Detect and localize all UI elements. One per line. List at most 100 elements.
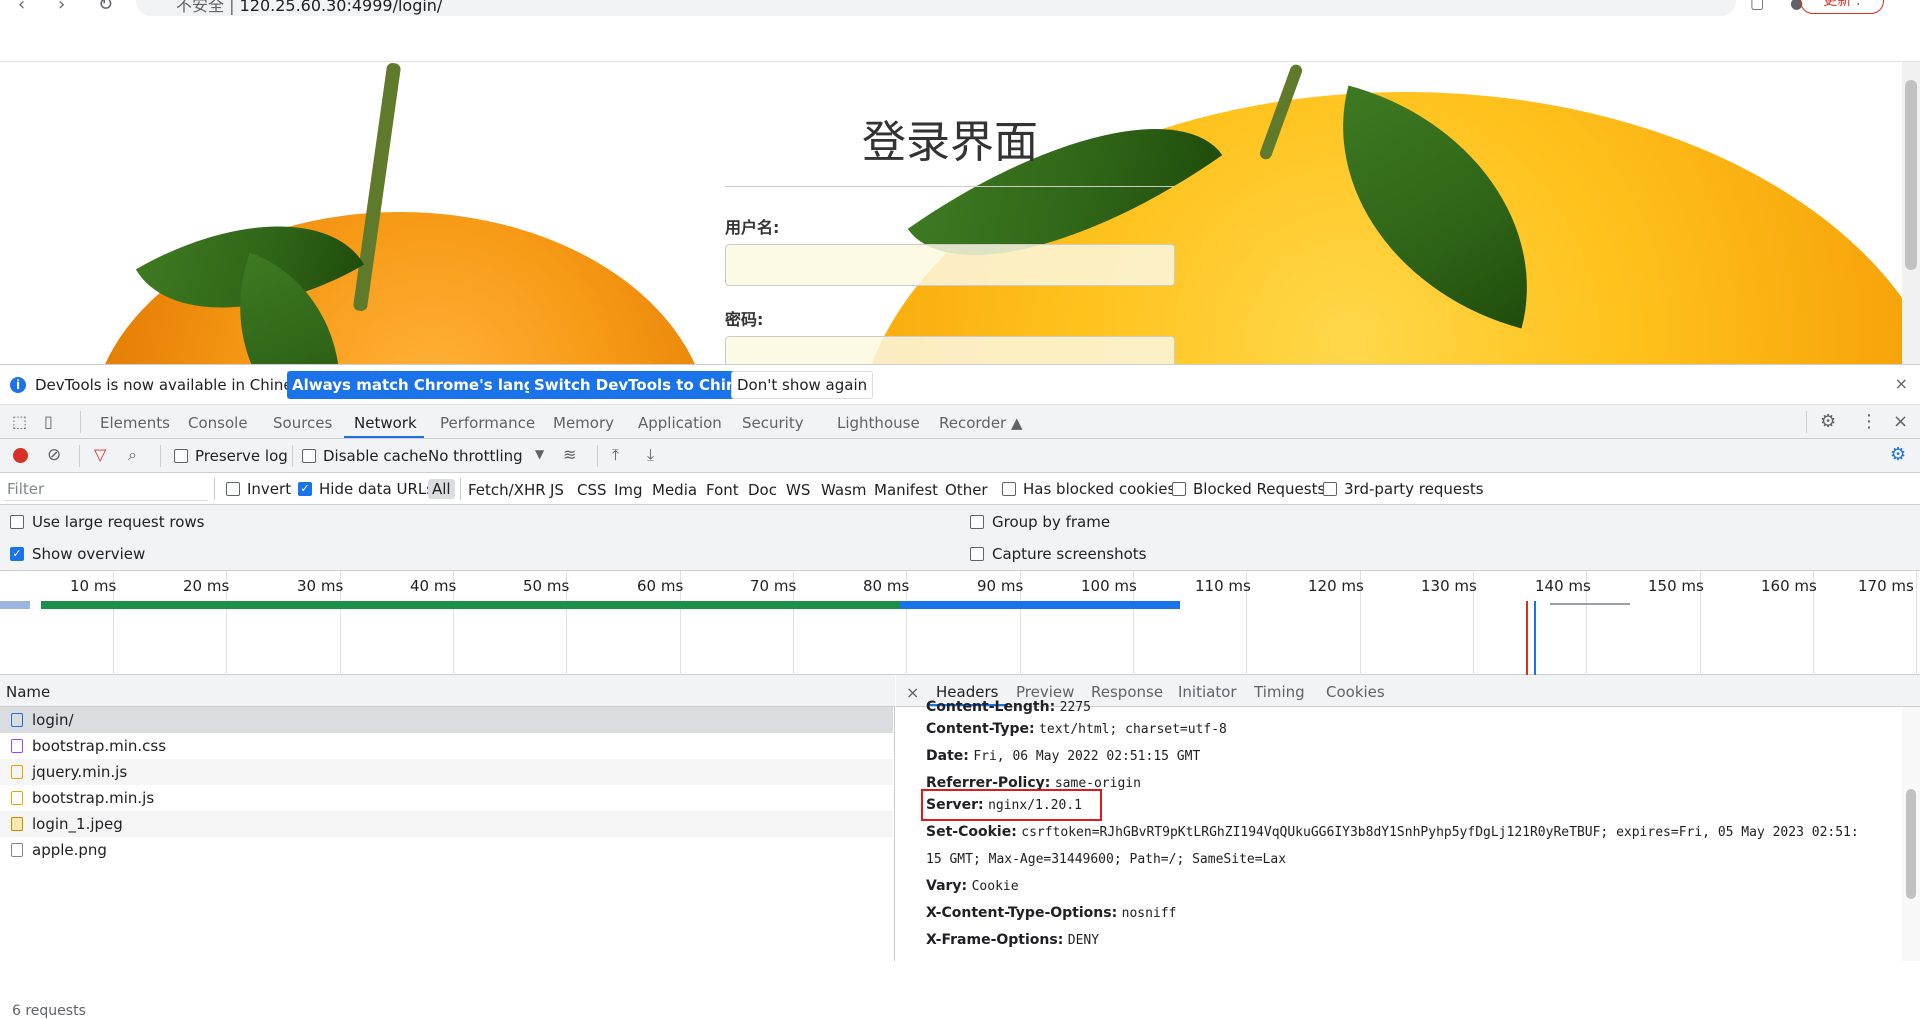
group-by-frame-checkbox[interactable] — [970, 515, 984, 529]
hide-data-urls-checkbox[interactable]: ✓ — [298, 482, 312, 496]
tab-cookies[interactable]: Cookies — [1326, 683, 1385, 701]
type-filter-wasm[interactable]: Wasm — [821, 481, 867, 499]
export-har-icon[interactable]: ⤓ — [647, 445, 654, 465]
preserve-log-checkbox[interactable] — [174, 449, 188, 463]
forward-icon[interactable]: › — [58, 0, 65, 15]
page-scrollbar[interactable] — [1902, 62, 1920, 364]
login-form: 登录界面 用户名: 密码: — [725, 62, 1175, 364]
network-overview[interactable]: 10 ms 20 ms 30 ms 40 ms 50 ms 60 ms 70 m… — [0, 571, 1920, 675]
username-input[interactable] — [725, 244, 1175, 286]
back-icon[interactable]: ‹ — [18, 0, 25, 15]
tab-network[interactable]: Network — [354, 414, 417, 432]
request-row-login-jpeg[interactable]: login_1.jpeg — [0, 811, 893, 837]
network-toolbar: ⊘ ▽ ⌕ Preserve log Disable cache No thro… — [0, 439, 1920, 473]
tab-application[interactable]: Application — [638, 414, 722, 432]
type-filter-font[interactable]: Font — [706, 481, 739, 499]
header-row: Vary: Cookie — [926, 878, 1019, 894]
overview-tick-label: 70 ms — [750, 577, 797, 595]
active-tab-indicator — [344, 436, 424, 438]
network-settings-icon[interactable]: ⚙ — [1890, 444, 1906, 465]
request-name: login/ — [32, 711, 74, 729]
divider — [1806, 411, 1807, 433]
tab-sources[interactable]: Sources — [273, 414, 332, 432]
request-row-bootstrap-css[interactable]: bootstrap.min.css — [0, 733, 893, 759]
type-filter-manifest[interactable]: Manifest — [874, 481, 938, 499]
tab-response[interactable]: Response — [1091, 683, 1163, 701]
type-filter-all[interactable]: All — [428, 479, 455, 499]
tab-lighthouse[interactable]: Lighthouse — [837, 414, 920, 432]
overview-tick-label: 20 ms — [183, 577, 230, 595]
header-row: X-Frame-Options: DENY — [926, 932, 1100, 948]
type-filter-doc[interactable]: Doc — [748, 481, 777, 499]
has-blocked-cookies-checkbox[interactable] — [1002, 482, 1016, 496]
username-label: 用户名: — [725, 218, 780, 237]
request-row-jquery[interactable]: jquery.min.js — [0, 759, 893, 785]
close-details-icon[interactable]: × — [906, 683, 919, 702]
request-list-header[interactable]: Name — [0, 675, 895, 707]
type-filter-fetch-xhr[interactable]: Fetch/XHR — [468, 481, 546, 499]
request-name: login_1.jpeg — [32, 815, 123, 833]
tab-memory[interactable]: Memory — [553, 414, 614, 432]
close-devtools-icon[interactable]: × — [1893, 411, 1908, 432]
chevron-down-icon[interactable]: ▼ — [535, 447, 544, 461]
capture-screenshots-checkbox[interactable] — [970, 547, 984, 561]
network-conditions-icon[interactable]: ≋ — [563, 445, 576, 464]
details-scrollbar-thumb[interactable] — [1906, 789, 1916, 899]
overview-tick-label: 60 ms — [637, 577, 684, 595]
divider — [79, 445, 80, 467]
dont-show-again-button[interactable]: Don't show again — [731, 371, 874, 399]
device-toolbar-icon[interactable]: ▯ — [44, 412, 53, 431]
third-party-checkbox[interactable] — [1323, 482, 1337, 496]
filter-icon[interactable]: ▽ — [94, 445, 106, 464]
import-har-icon[interactable]: ⤒ — [612, 445, 619, 465]
settings-icon[interactable]: ⚙ — [1820, 411, 1836, 432]
type-filter-ws[interactable]: WS — [786, 481, 810, 499]
tab-recorder[interactable]: Recorder ▲ — [939, 414, 1023, 432]
tab-console[interactable]: Console — [188, 414, 248, 432]
search-icon[interactable]: ⌕ — [128, 445, 137, 465]
header-row: Content-Length: 2275 — [926, 699, 1091, 715]
document-icon — [11, 713, 23, 727]
update-button[interactable]: 更新 : — [1800, 0, 1884, 14]
stylesheet-icon — [11, 739, 23, 753]
more-options-icon[interactable]: ⋮ — [1860, 411, 1878, 432]
filter-input[interactable]: Filter — [3, 477, 208, 501]
throttling-select[interactable]: No throttling — [428, 447, 523, 465]
third-party-label: 3rd-party requests — [1344, 480, 1484, 498]
disable-cache-checkbox[interactable] — [302, 449, 316, 463]
page-scrollbar-thumb[interactable] — [1905, 80, 1917, 270]
details-scrollbar[interactable] — [1902, 707, 1920, 961]
tab-performance[interactable]: Performance — [440, 414, 535, 432]
password-input[interactable] — [725, 336, 1175, 364]
inspect-element-icon[interactable]: ⬚ — [12, 412, 27, 431]
request-row-bootstrap-js[interactable]: bootstrap.min.js — [0, 785, 893, 811]
invert-checkbox[interactable] — [226, 482, 240, 496]
record-icon[interactable] — [13, 448, 28, 463]
page-viewport: 登录界面 用户名: 密码: — [0, 62, 1920, 364]
large-rows-checkbox[interactable] — [10, 515, 24, 529]
request-row-login[interactable]: login/ — [0, 707, 893, 733]
request-row-apple-png[interactable]: apple.png — [0, 837, 893, 863]
type-filter-media[interactable]: Media — [652, 481, 697, 499]
divider — [80, 411, 81, 433]
group-by-frame-label: Group by frame — [992, 513, 1111, 531]
show-overview-checkbox[interactable]: ✓ — [10, 547, 24, 561]
type-filter-css[interactable]: CSS — [577, 481, 607, 499]
type-filter-other[interactable]: Other — [945, 481, 988, 499]
address-bar[interactable]: 不安全 | 120.25.60.30:4999/login/ — [136, 0, 1736, 16]
divider — [214, 478, 215, 500]
reload-icon[interactable]: ↻ — [98, 0, 113, 15]
extensions-icon[interactable]: ▢ — [1750, 0, 1764, 12]
tab-initiator[interactable]: Initiator — [1178, 683, 1237, 701]
close-icon[interactable]: × — [1895, 374, 1908, 393]
browser-toolbar: ‹ › ↻ 不安全 | 120.25.60.30:4999/login/ ▢ ●… — [0, 0, 1920, 18]
clear-icon[interactable]: ⊘ — [47, 445, 61, 465]
type-filter-img[interactable]: Img — [614, 481, 643, 499]
type-filter-js[interactable]: JS — [550, 481, 564, 499]
timeline-bar-download — [900, 601, 1180, 609]
tab-timing[interactable]: Timing — [1254, 683, 1305, 701]
tab-elements[interactable]: Elements — [100, 414, 170, 432]
overview-tick-label: 140 ms — [1535, 577, 1591, 595]
blocked-requests-checkbox[interactable] — [1172, 482, 1186, 496]
tab-security[interactable]: Security — [742, 414, 804, 432]
